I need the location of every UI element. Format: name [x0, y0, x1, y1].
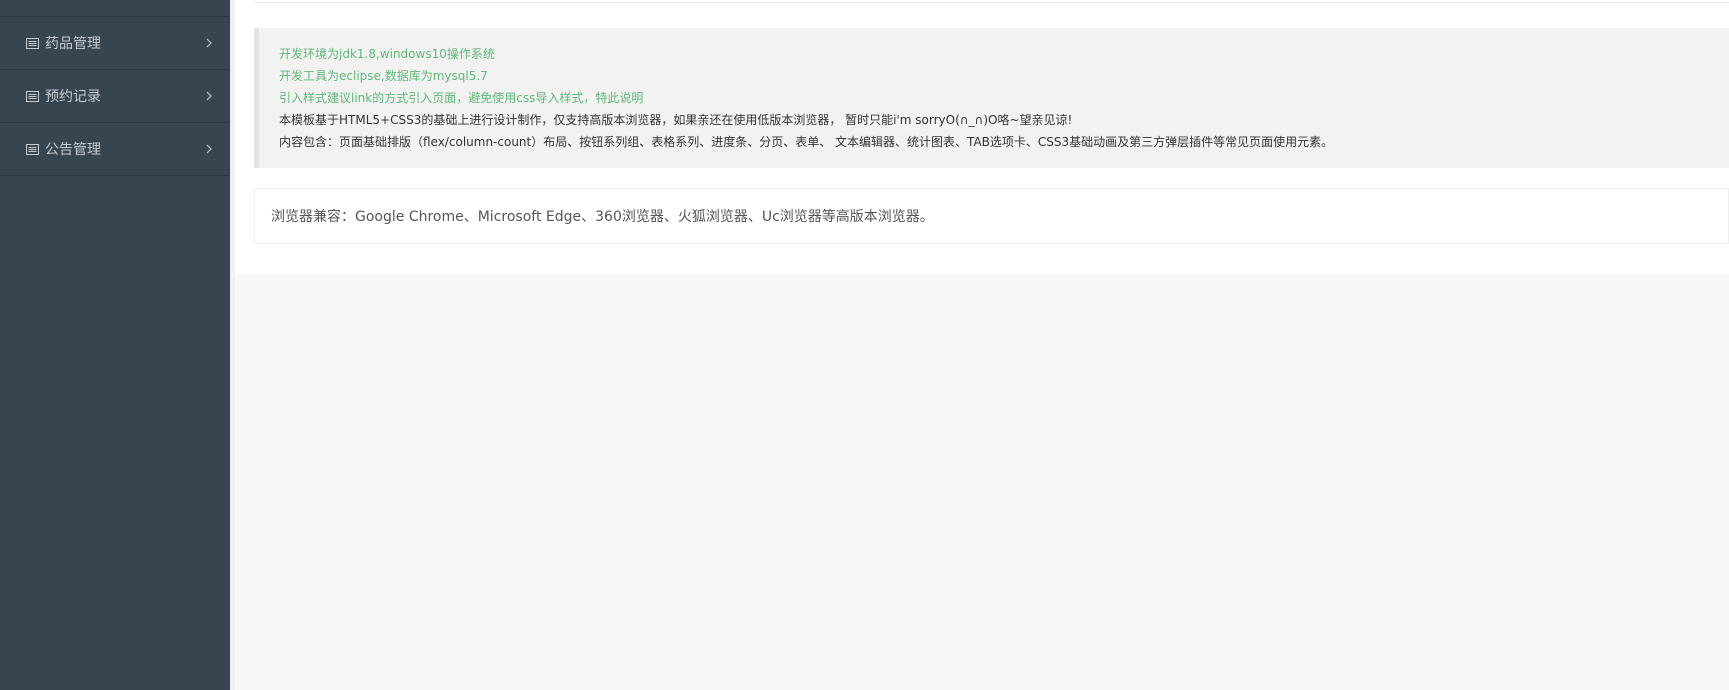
notice-line-browser-note: 本模板基于HTML5+CSS3的基础上进行设计制作，仅支持高版本浏览器，如果亲还… [279, 113, 1073, 127]
browser-compat-text: 浏览器兼容：Google Chrome、Microsoft Edge、360浏览… [271, 209, 934, 225]
sidebar-item-appointment-records[interactable]: 预约记录 [0, 70, 230, 123]
chevron-right-icon [204, 89, 214, 103]
chevron-right-icon [204, 36, 214, 50]
sidebar: 药品管理 预约记录 公告管理 [0, 0, 230, 690]
chevron-right-icon [204, 142, 214, 156]
list-icon [25, 36, 39, 50]
notice-box: 开发环境为jdk1.8,windows10操作系统 开发工具为eclipse,数… [254, 28, 1729, 168]
sidebar-top-divider [0, 0, 230, 17]
top-divider [254, 2, 1729, 3]
list-icon [25, 89, 39, 103]
sidebar-item-label: 药品管理 [45, 36, 101, 52]
notice-line-dev-tools: 开发工具为eclipse,数据库为mysql5.7 [279, 69, 488, 83]
sidebar-item-label: 公告管理 [45, 142, 101, 158]
sidebar-item-medicine-management[interactable]: 药品管理 [0, 17, 230, 70]
list-icon [25, 142, 39, 156]
sidebar-item-label: 预约记录 [45, 89, 101, 105]
sidebar-item-announcement-management[interactable]: 公告管理 [0, 123, 230, 176]
browser-compat-card: 浏览器兼容：Google Chrome、Microsoft Edge、360浏览… [254, 188, 1729, 244]
notice-line-style-note: 引入样式建议link的方式引入页面，避免使用css导入样式，特此说明 [279, 91, 644, 105]
notice-line-dev-env: 开发环境为jdk1.8,windows10操作系统 [279, 47, 495, 61]
notice-line-contents: 内容包含：页面基础排版（flex/column-count）布局、按钮系列组、表… [279, 135, 1334, 149]
